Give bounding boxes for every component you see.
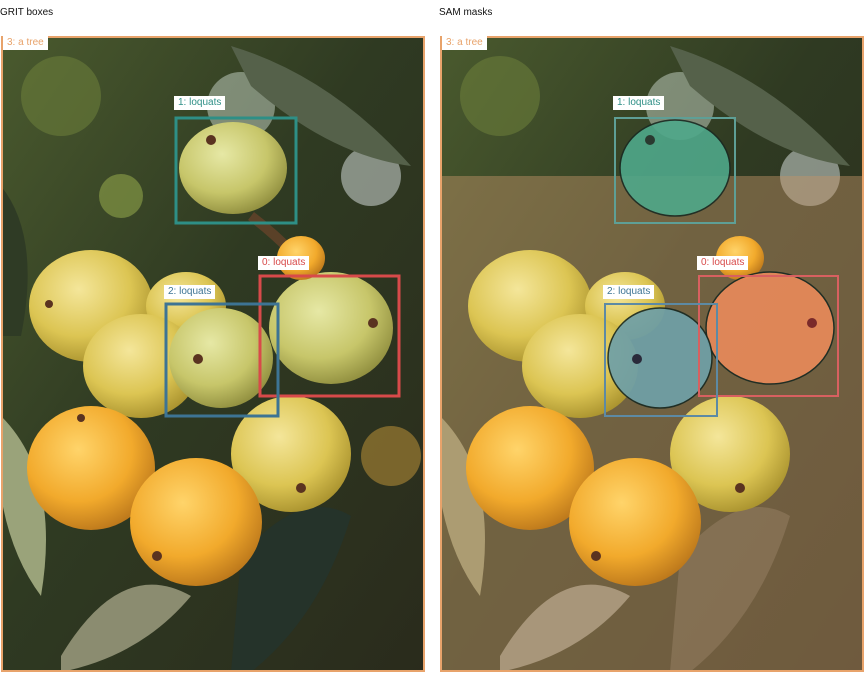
grit-label-loquats-1: 1: loquats xyxy=(174,96,226,110)
sam-label-loquats-2: 2: loquats xyxy=(603,285,655,299)
sam-label-loquats-1: 1: loquats xyxy=(613,96,665,110)
sam-mask-loquats-0 xyxy=(705,271,835,385)
sam-mask-loquats-1 xyxy=(619,119,731,217)
sam-panel: 3: a tree 1: loquats 0: loquats 2: loqua… xyxy=(440,36,864,672)
grit-label-tree: 3: a tree xyxy=(3,36,48,50)
grit-panel: 3: a tree 1: loquats 0: loquats 2: loqua… xyxy=(1,36,425,672)
sam-title: SAM masks xyxy=(439,7,493,18)
grit-photo xyxy=(1,36,425,672)
grit-title: GRIT boxes xyxy=(0,7,54,18)
sam-mask-loquats-2 xyxy=(607,307,713,409)
grit-label-loquats-2: 2: loquats xyxy=(164,285,216,299)
sam-photo xyxy=(440,36,864,672)
sam-label-tree: 3: a tree xyxy=(442,36,487,50)
grit-label-loquats-0: 0: loquats xyxy=(258,256,310,270)
sam-label-loquats-0: 0: loquats xyxy=(697,256,749,270)
